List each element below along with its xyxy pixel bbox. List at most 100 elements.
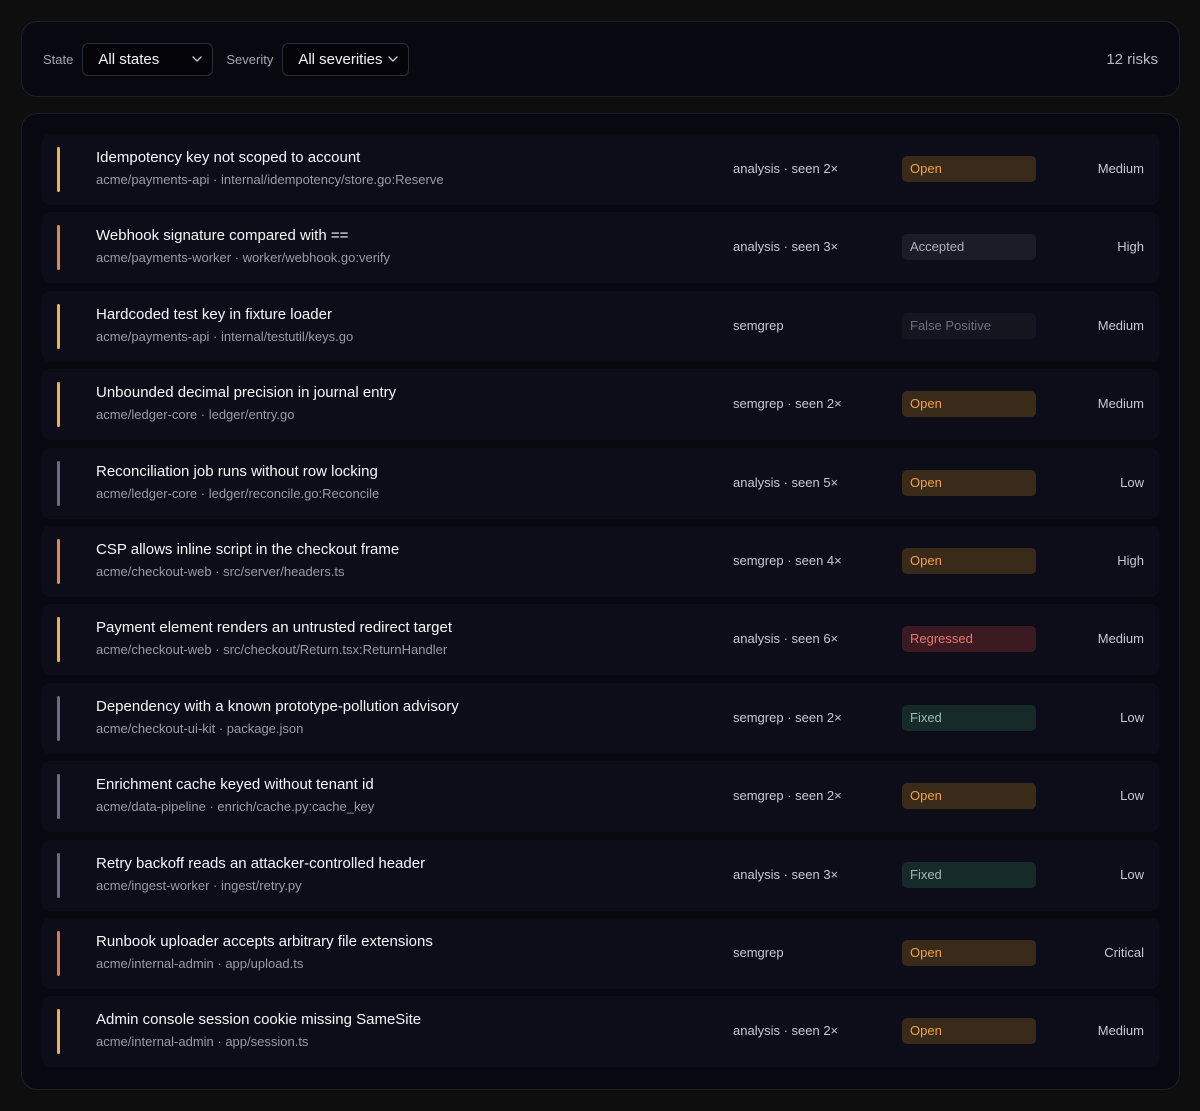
risk-row[interactable]: Dependency with a known prototype-pollut… (42, 682, 1159, 754)
risk-source: semgrep · seen 2× (733, 788, 842, 804)
status-badge[interactable]: Fixed (902, 861, 1036, 888)
risk-row[interactable]: Hardcoded test key in fixture loader acm… (42, 290, 1159, 362)
status-badge[interactable]: Accepted (902, 234, 1036, 261)
risk-main: Idempotency key not scoped to account ac… (96, 149, 444, 188)
risk-main: Enrichment cache keyed without tenant id… (96, 776, 374, 815)
risk-main: Runbook uploader accepts arbitrary file … (96, 933, 433, 972)
status-badge[interactable]: Regressed (902, 626, 1036, 653)
risk-title[interactable]: Reconciliation job runs without row lock… (96, 463, 379, 481)
risk-location: acme/payments-api · internal/idempotency… (96, 172, 444, 187)
risk-row[interactable]: Unbounded decimal precision in journal e… (42, 369, 1159, 441)
risk-main: CSP allows inline script in the checkout… (96, 541, 399, 580)
risk-title[interactable]: Enrichment cache keyed without tenant id (96, 776, 374, 794)
risk-source: analysis · seen 2× (733, 161, 839, 176)
risk-main: Unbounded decimal precision in journal e… (96, 384, 396, 423)
risk-source: analysis · seen 6× (733, 631, 839, 647)
severity-indicator-bar (57, 695, 60, 741)
severity-label: Medium (1097, 317, 1144, 333)
severity-indicator-bar (57, 930, 60, 976)
severity-label: High (1117, 552, 1144, 568)
risk-location: acme/ledger-core · ledger/reconcile.go:R… (96, 485, 380, 501)
severity-label: High (1117, 239, 1144, 255)
state-filter-label: State (43, 51, 74, 67)
severity-select-value: All severities (298, 50, 383, 68)
severity-label: Critical (1104, 944, 1144, 960)
risk-title[interactable]: Dependency with a known prototype-pollut… (96, 698, 459, 716)
risk-location: acme/payments-worker · worker/webhook.go… (96, 250, 391, 266)
severity-indicator-bar (57, 460, 60, 506)
risk-title[interactable]: Runbook uploader accepts arbitrary file … (96, 933, 433, 951)
risk-title[interactable]: Hardcoded test key in fixture loader (96, 306, 353, 324)
risk-source: semgrep (733, 317, 784, 333)
risk-row[interactable]: Payment element renders an untrusted red… (42, 604, 1159, 676)
status-badge[interactable]: Open (902, 1018, 1036, 1045)
severity-indicator-bar (57, 1009, 60, 1055)
risk-title[interactable]: Admin console session cookie missing Sam… (96, 1011, 421, 1029)
chevron-down-icon (387, 53, 399, 65)
risk-count: 12 risks (1106, 50, 1158, 68)
severity-indicator-bar (57, 225, 60, 271)
risk-location: acme/ledger-core · ledger/entry.go (96, 407, 295, 423)
severity-label: Low (1120, 709, 1144, 725)
risk-title[interactable]: CSP allows inline script in the checkout… (96, 541, 399, 559)
status-badge[interactable]: Open (902, 391, 1036, 418)
risk-title[interactable]: Webhook signature compared with == (96, 227, 390, 245)
severity-indicator-bar (57, 303, 60, 349)
risk-row[interactable]: Admin console session cookie missing Sam… (42, 996, 1159, 1068)
risk-source: semgrep · seen 2× (733, 396, 842, 412)
risk-source: analysis · seen 3× (733, 866, 839, 882)
state-select[interactable]: All states (82, 42, 214, 76)
risk-location: acme/checkout-ui-kit · package.json (96, 720, 304, 736)
status-badge[interactable]: Fixed (902, 704, 1036, 731)
risk-title[interactable]: Idempotency key not scoped to account (96, 149, 444, 167)
risk-title[interactable]: Retry backoff reads an attacker-controll… (96, 855, 425, 873)
risk-title[interactable]: Unbounded decimal precision in journal e… (96, 384, 396, 402)
severity-label: Medium (1097, 161, 1144, 176)
severity-indicator-bar (57, 147, 60, 192)
status-badge[interactable]: Open (902, 156, 1036, 182)
severity-indicator-bar (57, 538, 60, 584)
severity-select[interactable]: All severities (282, 42, 410, 76)
severity-label: Medium (1097, 396, 1144, 412)
status-badge[interactable]: Open (902, 939, 1036, 966)
risk-row[interactable]: CSP allows inline script in the checkout… (42, 525, 1159, 597)
risk-row[interactable]: Runbook uploader accepts arbitrary file … (42, 917, 1159, 989)
status-badge[interactable]: False Positive (902, 312, 1036, 339)
risk-row[interactable]: Reconciliation job runs without row lock… (42, 447, 1159, 519)
risk-location: acme/data-pipeline · enrich/cache.py:cac… (96, 799, 375, 815)
risk-main: Reconciliation job runs without row lock… (96, 463, 379, 502)
risk-main: Retry backoff reads an attacker-controll… (96, 855, 425, 894)
risk-source: semgrep (733, 944, 784, 960)
risk-main: Payment element renders an untrusted red… (96, 619, 452, 658)
severity-indicator-bar (57, 774, 60, 820)
risk-location: acme/payments-api · internal/testutil/ke… (96, 328, 354, 344)
severity-label: Low (1120, 866, 1144, 882)
severity-filter-label: Severity (226, 51, 274, 67)
severity-indicator-bar (57, 617, 60, 663)
risk-source: analysis · seen 2× (733, 1023, 839, 1039)
risk-main: Dependency with a known prototype-pollut… (96, 698, 459, 737)
risk-row[interactable]: Retry backoff reads an attacker-controll… (42, 839, 1159, 911)
risk-row[interactable]: Idempotency key not scoped to account ac… (42, 134, 1159, 205)
severity-label: Medium (1097, 1023, 1144, 1039)
chevron-down-icon (191, 53, 203, 65)
status-badge[interactable]: Open (902, 783, 1036, 810)
severity-indicator-bar (57, 852, 60, 898)
risk-title[interactable]: Payment element renders an untrusted red… (96, 619, 452, 637)
severity-label: Low (1120, 788, 1144, 804)
risk-main: Hardcoded test key in fixture loader acm… (96, 306, 353, 345)
risk-location: acme/internal-admin · app/upload.ts (96, 955, 304, 971)
risk-row[interactable]: Webhook signature compared with == acme/… (42, 212, 1159, 284)
risk-main: Webhook signature compared with == acme/… (96, 227, 390, 266)
status-badge[interactable]: Open (902, 469, 1036, 496)
risk-source: semgrep · seen 2× (733, 709, 842, 725)
risk-source: analysis · seen 5× (733, 474, 839, 490)
risk-main: Admin console session cookie missing Sam… (96, 1011, 421, 1050)
status-badge[interactable]: Open (902, 547, 1036, 574)
risk-location: acme/internal-admin · app/session.ts (96, 1034, 309, 1050)
filter-bar: State All states Severity All severities… (21, 21, 1180, 97)
risk-location: acme/checkout-web · src/checkout/Return.… (96, 642, 448, 658)
risk-row[interactable]: Enrichment cache keyed without tenant id… (42, 761, 1159, 833)
risk-source: semgrep · seen 4× (733, 552, 842, 568)
risk-location: acme/checkout-web · src/server/headers.t… (96, 563, 345, 579)
